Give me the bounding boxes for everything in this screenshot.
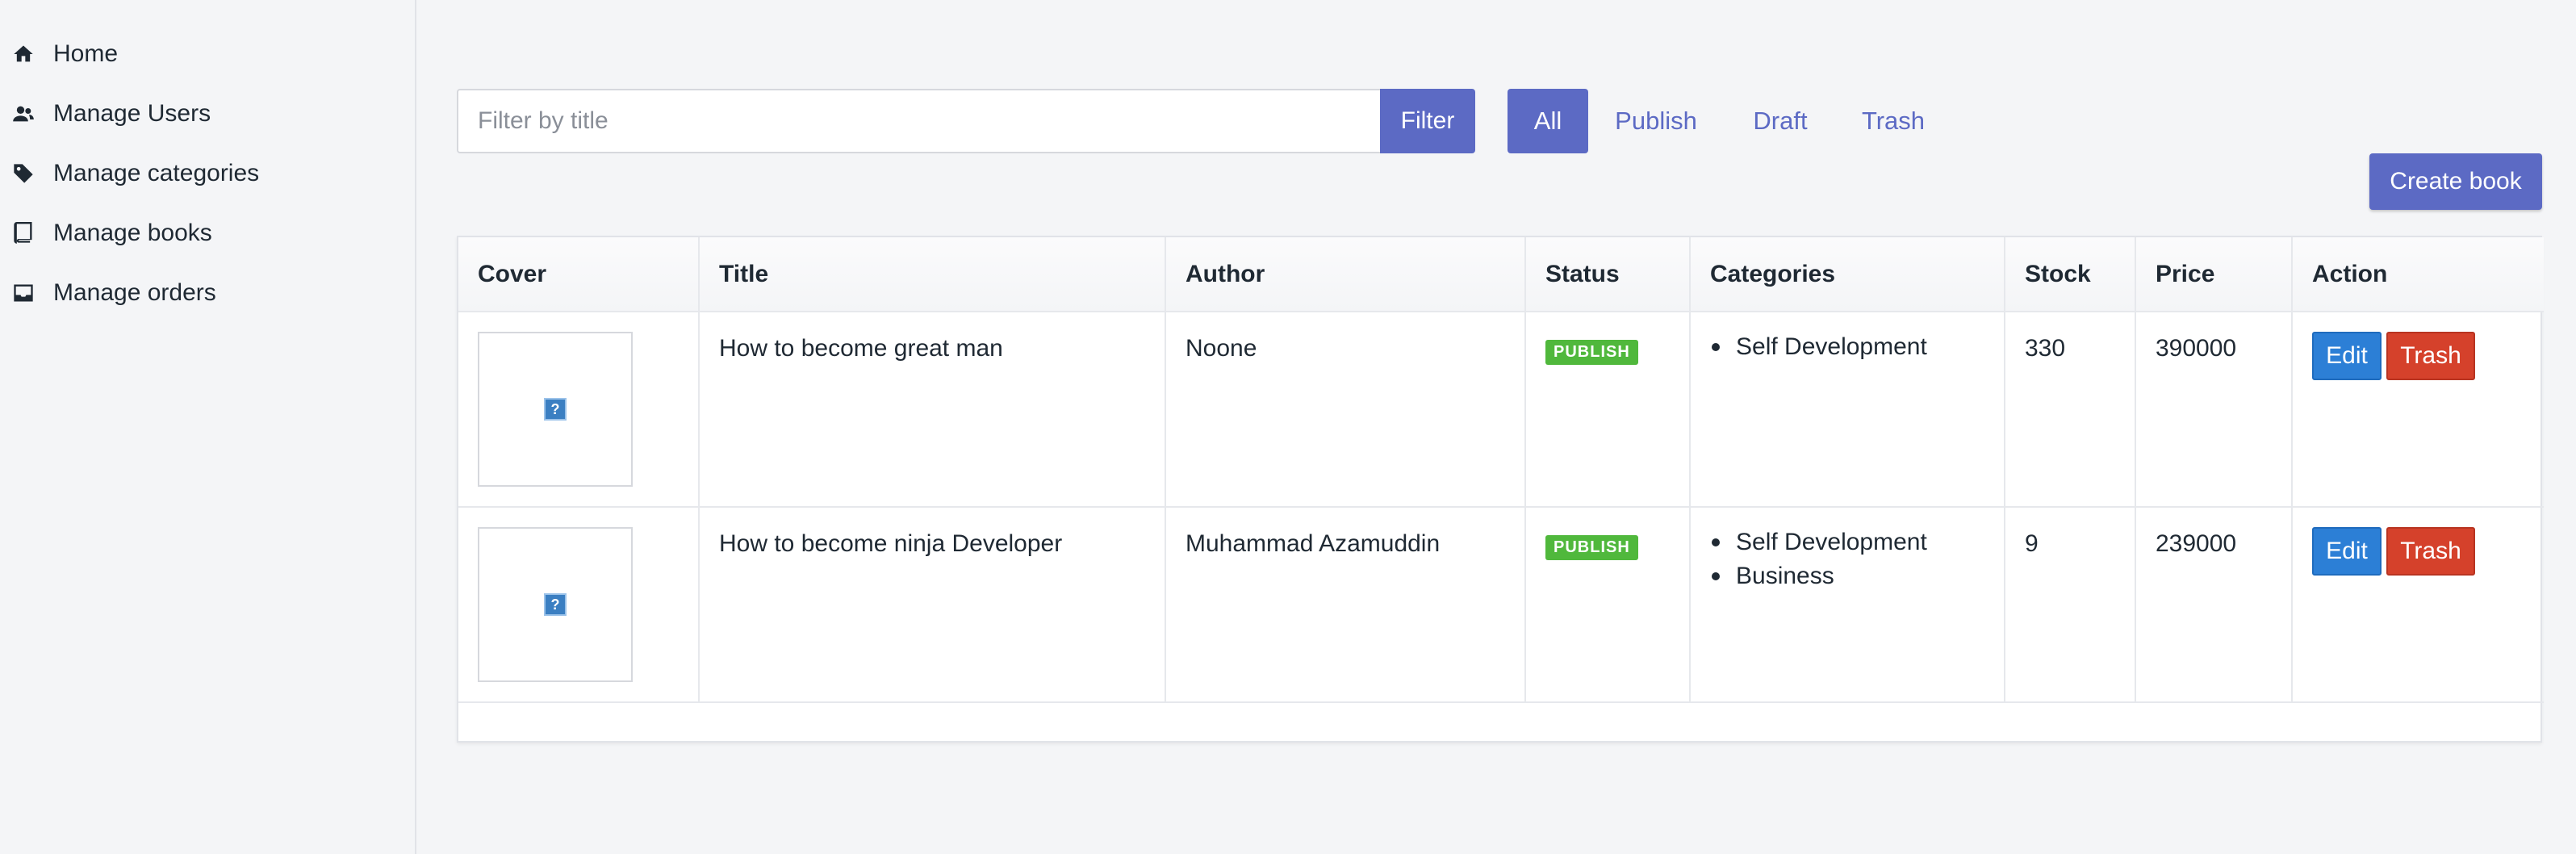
column-header-categories: Categories xyxy=(1690,237,2005,312)
column-header-stock: Stock xyxy=(2005,237,2136,312)
price-cell: 239000 xyxy=(2135,507,2293,703)
broken-image-icon: ? xyxy=(544,593,567,616)
sidebar-item-manage-users[interactable]: Manage Users xyxy=(0,90,415,138)
author-cell: Noone xyxy=(1165,312,1526,508)
title-cell: How to become great man xyxy=(699,312,1166,508)
edit-button[interactable]: Edit xyxy=(2312,332,2382,380)
sidebar-item-home[interactable]: Home xyxy=(0,30,415,78)
action-cell: Edit Trash xyxy=(2292,312,2544,508)
categories-cell: Self Development xyxy=(1690,312,2005,508)
sidebar-item-label: Home xyxy=(53,40,119,67)
table-row: ? How to become great man Noone PUBLISH … xyxy=(458,312,2544,508)
action-cell: Edit Trash xyxy=(2292,507,2544,703)
users-icon xyxy=(11,102,36,126)
cover-cell: ? xyxy=(458,312,700,508)
price-cell: 390000 xyxy=(2135,312,2293,508)
tab-all[interactable]: All xyxy=(1508,89,1588,153)
home-icon xyxy=(11,42,36,66)
book-icon xyxy=(11,221,36,245)
title-cell: How to become ninja Developer xyxy=(699,507,1166,703)
column-header-price: Price xyxy=(2135,237,2293,312)
sidebar-item-label: Manage orders xyxy=(53,279,216,306)
inbox-icon xyxy=(11,281,36,305)
sidebar-item-manage-orders[interactable]: Manage orders xyxy=(0,269,415,317)
sidebar-item-label: Manage categories xyxy=(53,160,260,186)
cover-cell: ? xyxy=(458,507,700,703)
book-cover-image: ? xyxy=(478,527,633,682)
category-item: Self Development xyxy=(1710,525,1984,559)
create-book-button[interactable]: Create book xyxy=(2369,153,2542,210)
column-header-action: Action xyxy=(2292,237,2544,312)
categories-cell: Self Development Business xyxy=(1690,507,2005,703)
sidebar-item-label: Manage Users xyxy=(53,100,211,127)
status-cell: PUBLISH xyxy=(1525,312,1691,508)
stock-cell: 9 xyxy=(2005,507,2136,703)
trash-button[interactable]: Trash xyxy=(2386,527,2475,576)
status-cell: PUBLISH xyxy=(1525,507,1691,703)
status-badge: PUBLISH xyxy=(1545,340,1638,365)
column-header-title: Title xyxy=(699,237,1166,312)
book-cover-image: ? xyxy=(478,332,633,487)
sidebar-item-manage-categories[interactable]: Manage categories xyxy=(0,149,415,198)
sidebar: Home Manage Users Manage categories Mana… xyxy=(0,0,416,854)
tab-trash[interactable]: Trash xyxy=(1848,89,1938,153)
tab-draft[interactable]: Draft xyxy=(1737,89,1824,153)
sidebar-item-manage-books[interactable]: Manage books xyxy=(0,209,415,257)
table-header-row: Cover Title Author Status Categories Sto… xyxy=(458,237,2544,312)
column-header-author: Author xyxy=(1165,237,1526,312)
broken-image-icon: ? xyxy=(544,398,567,421)
filter-title-input[interactable] xyxy=(457,89,1382,153)
tab-publish[interactable]: Publish xyxy=(1600,89,1712,153)
table-row: ? How to become ninja Developer Muhammad… xyxy=(458,507,2544,703)
trash-button[interactable]: Trash xyxy=(2386,332,2475,380)
category-item: Self Development xyxy=(1710,330,1984,364)
author-cell: Muhammad Azamuddin xyxy=(1165,507,1526,703)
filter-button[interactable]: Filter xyxy=(1380,89,1475,153)
stock-cell: 330 xyxy=(2005,312,2136,508)
tag-icon xyxy=(11,161,36,186)
edit-button[interactable]: Edit xyxy=(2312,527,2382,576)
sidebar-item-label: Manage books xyxy=(53,220,212,246)
books-table: Cover Title Author Status Categories Sto… xyxy=(457,236,2544,743)
status-badge: PUBLISH xyxy=(1545,535,1638,560)
column-header-cover: Cover xyxy=(458,237,700,312)
category-item: Business xyxy=(1710,559,1984,593)
column-header-status: Status xyxy=(1525,237,1691,312)
